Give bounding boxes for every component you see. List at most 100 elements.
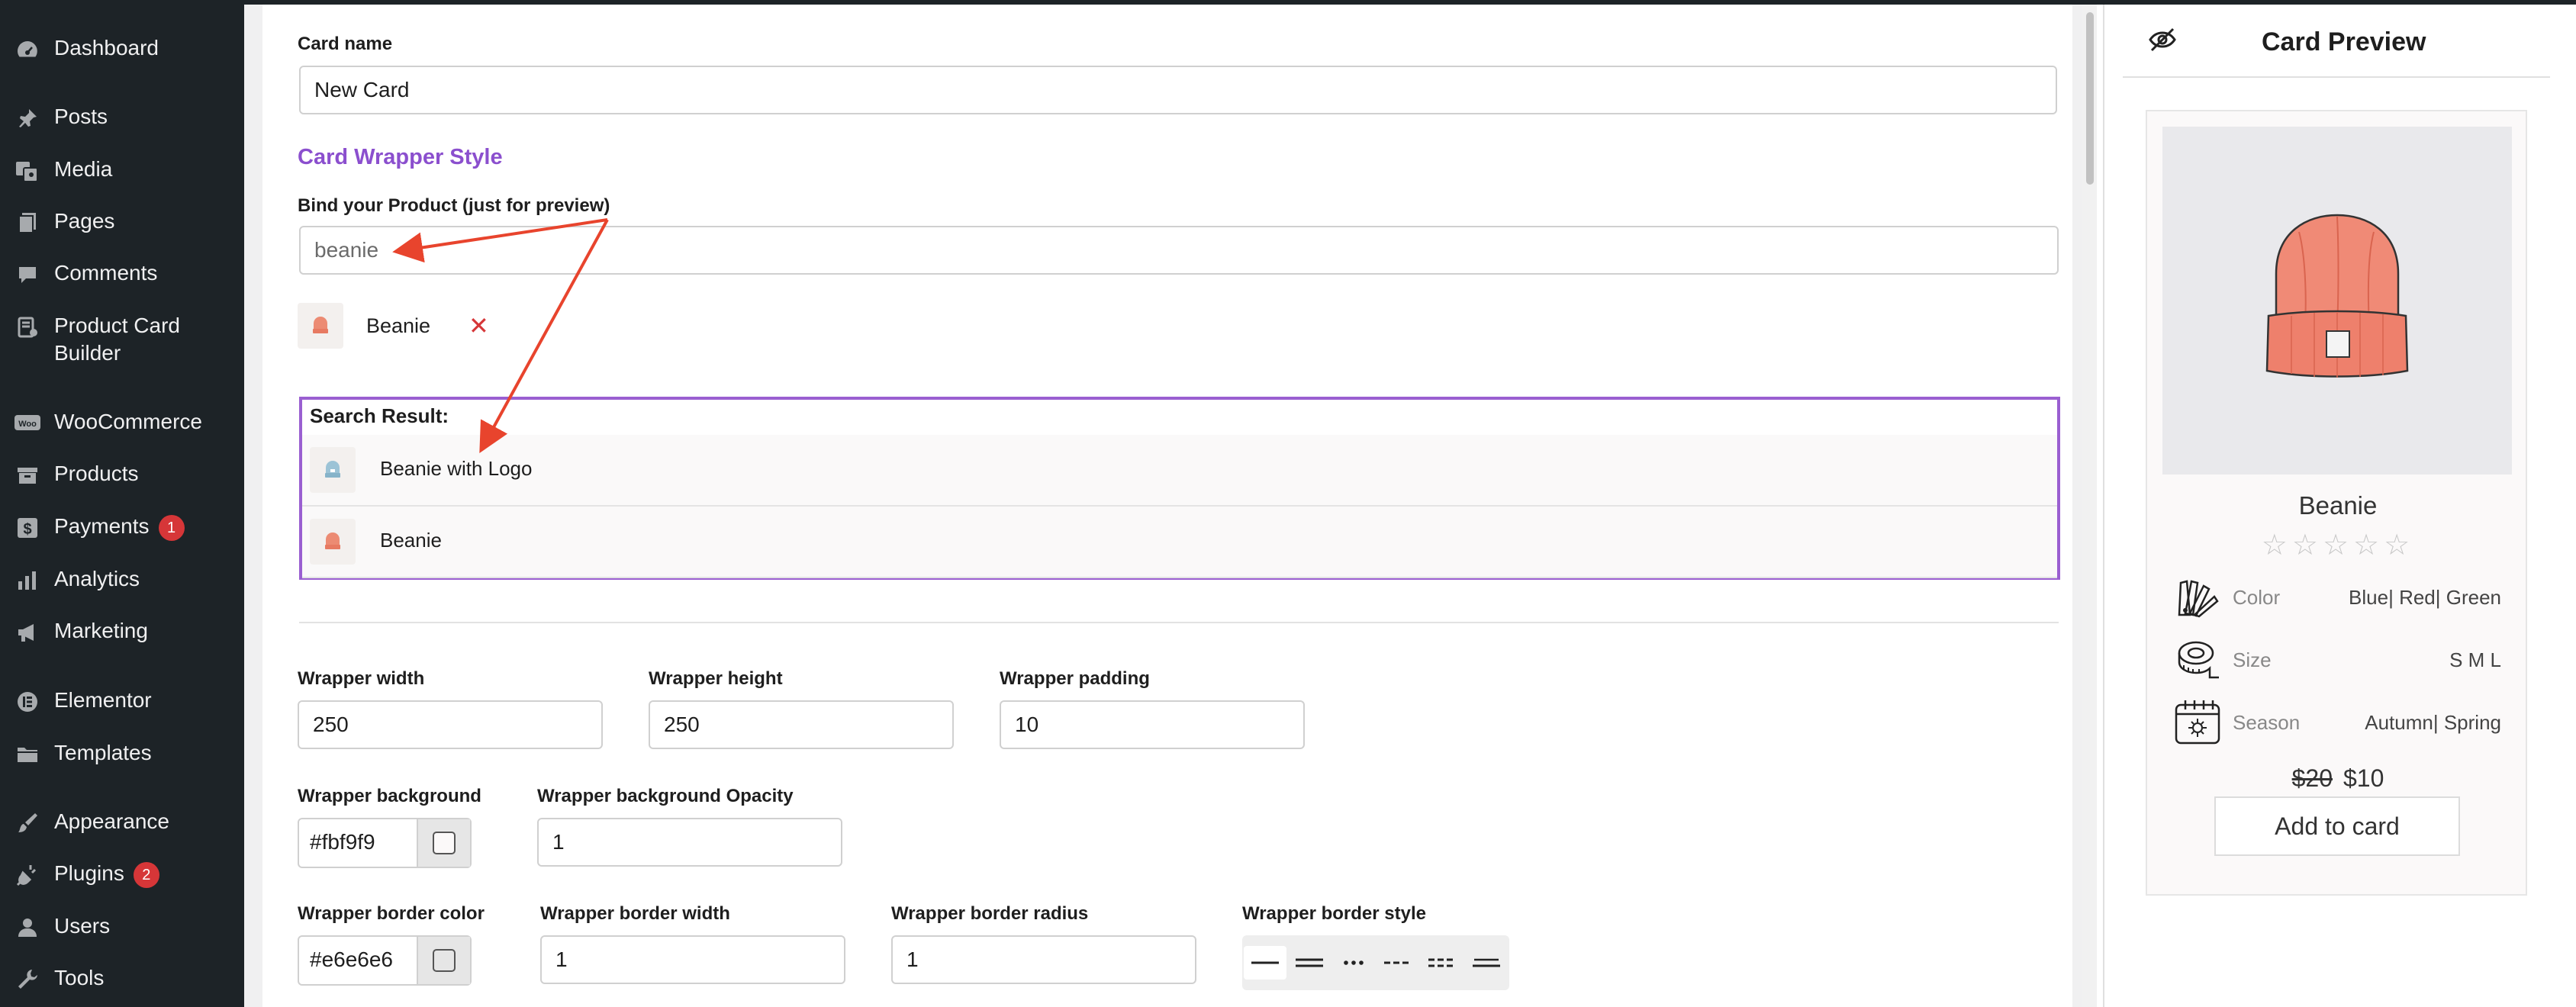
attribute-size: Size S M L [2173,635,2501,688]
wrapper-border-color-picker[interactable]: #e6e6e6 [298,935,472,986]
sidebar-item-text: Plugins [54,861,124,885]
card-name-input[interactable] [299,66,2057,114]
hidden-eye-icon[interactable] [2147,24,2178,59]
folder-icon [12,739,43,770]
dashboard-icon [12,34,43,65]
search-result-item[interactable]: Beanie with Logo [302,435,2057,507]
wrapper-background-color-picker[interactable]: #fbf9f9 [298,818,472,868]
color-swatch [433,832,456,854]
wrapper-border-radius-input[interactable] [891,935,1196,984]
megaphone-icon [12,617,43,648]
product-image [2162,127,2512,475]
search-results-title: Search Result: [310,404,449,427]
elementor-icon [12,687,43,717]
add-to-card-button[interactable]: Add to card [2214,796,2460,856]
color-swatch-button[interactable] [417,937,470,984]
card-name-label: Card name [298,34,393,54]
user-icon [12,912,43,943]
attribute-color: Color Blue| Red| Green [2173,572,2501,626]
pages-icon [12,208,43,238]
star-icon: ☆ [2384,529,2415,561]
product-card: Beanie ☆☆☆☆☆ Color Blue| Red| Green Size [2146,110,2527,896]
wrapper-padding-input[interactable] [1000,700,1305,749]
border-dotted-icon [1344,960,1364,965]
bind-product-label: Bind your Product (just for preview) [298,195,610,216]
wrapper-border-width-input[interactable] [540,935,845,984]
border-double-thin-icon [1473,958,1500,967]
media-icon [12,156,43,186]
star-icon: ☆ [2261,529,2292,561]
sidebar-item-label: Payments 1 [54,513,185,541]
wrapper-border-style-label: Wrapper border style [1242,903,1426,924]
sale-price: $10 [2343,764,2384,792]
sidebar-item-label: Analytics [54,567,140,590]
border-style-dashed-double-button[interactable] [1421,946,1463,980]
scrollbar-thumb[interactable] [2086,12,2094,185]
woo-icon: Woo [12,408,43,439]
sidebar-item-label: Media [54,157,113,181]
sidebar-item-label: Templates [54,741,152,764]
search-results-box: Search Result: Beanie with Logo Beanie [299,397,2060,580]
sidebar-item-label: Marketing [54,619,148,642]
preview-header: Card Preview [2123,5,2550,78]
result-thumbnail [310,519,356,565]
sidebar-item-label: Posts [54,105,108,128]
result-name: Beanie [380,529,442,552]
tape-measure-icon [2178,641,2219,679]
wrapper-border-width-label: Wrapper border width [540,903,730,924]
search-result-item[interactable]: Beanie [302,507,2057,578]
wrapper-background-opacity-label: Wrapper background Opacity [537,786,794,806]
pin-icon [12,103,43,134]
calendar-icon [2175,700,2220,745]
wrapper-height-label: Wrapper height [649,668,783,689]
result-thumbnail [310,447,356,493]
sidebar-item-label: Users [54,914,111,938]
archive-icon [12,460,43,491]
wrapper-width-label: Wrapper width [298,668,425,689]
attribute-name: Size [2233,648,2272,671]
builder-icon [12,312,43,343]
border-style-double-thin-button[interactable] [1465,946,1508,980]
card-preview-panel: Card Preview Beanie ☆☆☆☆☆ Color Blue| Re… [2103,5,2576,1007]
sidebar-item-label: Comments [54,261,158,285]
product-name: Beanie [2298,491,2378,520]
wrapper-border-color-label: Wrapper border color [298,903,485,924]
result-name: Beanie with Logo [380,457,533,480]
sidebar-item-label: Product Card Builder [54,312,180,367]
sidebar-item-text: Payments [54,514,150,538]
wrapper-background-label: Wrapper background [298,786,481,806]
border-double-icon [1296,958,1323,967]
border-dashed-double-icon [1428,958,1456,967]
svg-text:Woo: Woo [18,420,37,429]
sidebar-item-label: Pages [54,209,115,233]
sidebar-item-label: Products [54,462,139,485]
sidebar-item-label: Dashboard [54,36,159,60]
beanie-logo-icon [325,461,340,478]
sidebar-item-label-line1: Product Card [54,314,180,337]
admin-sidebar: Dashboard Posts Media Pages Comments Pro… [0,0,244,1007]
wrapper-border-color-value: #e6e6e6 [310,947,394,971]
color-swatch-button[interactable] [417,819,470,867]
beanie-image [2265,214,2409,378]
border-style-solid-button[interactable] [1244,946,1286,980]
plugins-count-badge: 2 [133,861,159,888]
border-style-dotted-button[interactable] [1332,946,1375,980]
attribute-value: S M L [2449,648,2501,671]
wrapper-background-value: #fbf9f9 [310,830,375,854]
wrapper-height-input[interactable] [649,700,954,749]
wrapper-width-input[interactable] [298,700,603,749]
border-style-dashed-button[interactable] [1377,946,1419,980]
border-style-double-button[interactable] [1288,946,1331,980]
beanie-icon [325,532,340,549]
border-dashed-icon [1384,961,1412,964]
remove-product-button[interactable]: ✕ [469,314,489,338]
wrapper-background-opacity-input[interactable] [537,818,842,867]
product-search-input[interactable] [299,226,2059,275]
selected-product-thumbnail [298,303,343,349]
section-title-card-wrapper-style: Card Wrapper Style [298,145,503,169]
comment-icon [12,259,43,290]
color-swatch [433,949,456,972]
payments-count-badge: 1 [158,514,185,541]
form-scrollbar[interactable] [2082,5,2097,1007]
plug-icon [12,860,43,890]
